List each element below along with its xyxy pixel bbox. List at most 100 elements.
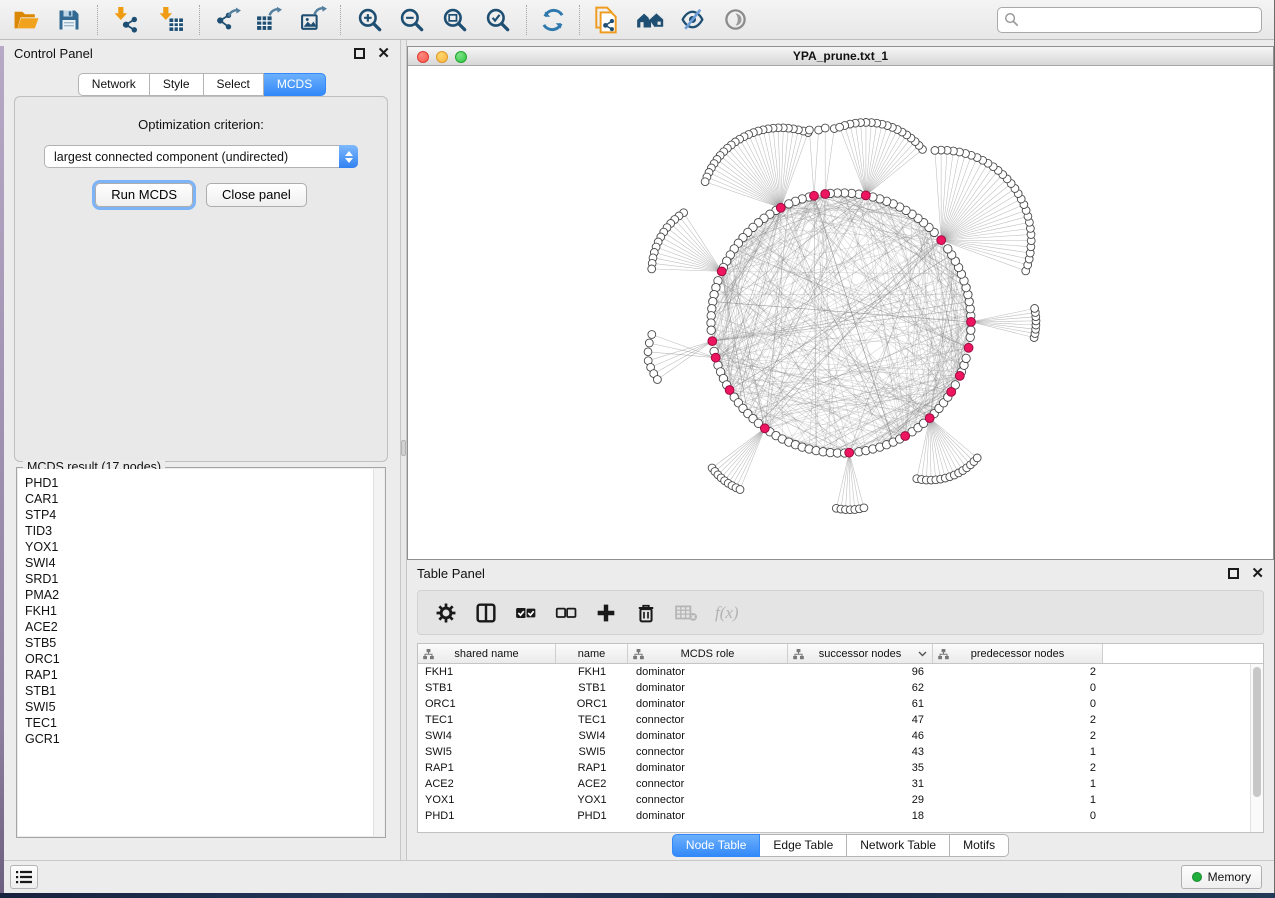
- mcds-node[interactable]: [821, 190, 830, 199]
- tab-network-table[interactable]: Network Table: [847, 834, 950, 857]
- table-row[interactable]: PHD1PHD1dominator180: [418, 808, 1263, 824]
- table-row[interactable]: RAP1RAP1dominator352: [418, 760, 1263, 776]
- criterion-dropdown[interactable]: largest connected component (undirected): [44, 145, 358, 168]
- task-history-button[interactable]: [10, 865, 38, 889]
- network-graph[interactable]: [408, 67, 1273, 559]
- column-header-MCDS-role[interactable]: MCDS role: [628, 644, 788, 663]
- result-node-item[interactable]: ACE2: [25, 619, 384, 635]
- table-row[interactable]: SWI4SWI4dominator462: [418, 728, 1263, 744]
- export-image-button[interactable]: [298, 5, 328, 35]
- save-session-button[interactable]: [54, 5, 84, 35]
- result-node-item[interactable]: SWI5: [25, 699, 384, 715]
- zoom-in-button[interactable]: [355, 5, 385, 35]
- tab-style[interactable]: Style: [150, 73, 204, 96]
- tab-node-table[interactable]: Node Table: [672, 834, 761, 857]
- result-node-item[interactable]: YOX1: [25, 539, 384, 555]
- show-selected-button[interactable]: [720, 5, 750, 35]
- mcds-node[interactable]: [861, 191, 870, 200]
- mcds-node[interactable]: [955, 372, 964, 381]
- dropdown-stepper-icon[interactable]: [339, 145, 358, 168]
- result-node-item[interactable]: CAR1: [25, 491, 384, 507]
- close-window-icon[interactable]: [417, 51, 429, 63]
- result-node-item[interactable]: STP4: [25, 507, 384, 523]
- network-canvas[interactable]: [408, 67, 1273, 559]
- table-scrollbar[interactable]: [1250, 664, 1263, 832]
- float-panel-icon[interactable]: [1228, 568, 1239, 579]
- result-node-item[interactable]: TEC1: [25, 715, 384, 731]
- close-panel-icon[interactable]: ✕: [377, 48, 390, 59]
- mcds-result-list[interactable]: PHD1CAR1STP4TID3YOX1SWI4SRD1PMA2FKH1ACE2…: [18, 469, 384, 836]
- search-input[interactable]: [1019, 13, 1255, 27]
- mcds-node[interactable]: [711, 353, 720, 362]
- export-network-button[interactable]: [213, 5, 243, 35]
- mcds-list-scrollbar[interactable]: [373, 469, 384, 836]
- import-table-button[interactable]: [155, 5, 185, 35]
- zoom-selected-button[interactable]: [483, 5, 513, 35]
- mcds-node[interactable]: [810, 191, 819, 200]
- column-header-successor-nodes[interactable]: successor nodes: [788, 644, 933, 663]
- new-network-from-selection-button[interactable]: [591, 5, 621, 35]
- run-mcds-button[interactable]: Run MCDS: [95, 183, 193, 207]
- result-node-item[interactable]: SRD1: [25, 571, 384, 587]
- result-node-item[interactable]: GCR1: [25, 731, 384, 747]
- mcds-node[interactable]: [717, 267, 726, 276]
- tab-motifs[interactable]: Motifs: [950, 834, 1009, 857]
- tab-edge-table[interactable]: Edge Table: [760, 834, 847, 857]
- result-node-item[interactable]: SWI4: [25, 555, 384, 571]
- zoom-fit-button[interactable]: [440, 5, 470, 35]
- result-node-item[interactable]: STB1: [25, 683, 384, 699]
- maximize-window-icon[interactable]: [455, 51, 467, 63]
- show-all-button[interactable]: [635, 5, 665, 35]
- result-node-item[interactable]: PHD1: [25, 475, 384, 491]
- table-settings-button[interactable]: [433, 600, 459, 626]
- zoom-out-button[interactable]: [397, 5, 427, 35]
- column-header-name[interactable]: name: [556, 644, 628, 663]
- close-panel-icon[interactable]: ✕: [1251, 568, 1264, 579]
- result-node-item[interactable]: ORC1: [25, 651, 384, 667]
- result-node-item[interactable]: TID3: [25, 523, 384, 539]
- mcds-node[interactable]: [845, 448, 854, 457]
- mcds-node[interactable]: [760, 424, 769, 433]
- mcds-node[interactable]: [947, 388, 956, 397]
- open-file-button[interactable]: [11, 5, 41, 35]
- select-all-rows-button[interactable]: [513, 600, 539, 626]
- panel-splitter[interactable]: [400, 40, 407, 860]
- float-panel-icon[interactable]: [354, 48, 365, 59]
- import-network-button[interactable]: [110, 5, 140, 35]
- mcds-node[interactable]: [964, 343, 973, 352]
- delete-column-button[interactable]: [633, 600, 659, 626]
- tab-network[interactable]: Network: [78, 73, 150, 96]
- table-row[interactable]: FKH1FKH1dominator962: [418, 664, 1263, 680]
- table-scrollbar-thumb[interactable]: [1253, 667, 1261, 797]
- table-row[interactable]: STB1STB1dominator620: [418, 680, 1263, 696]
- table-row[interactable]: SWI5SWI5connector431: [418, 744, 1263, 760]
- network-window-titlebar[interactable]: YPA_prune.txt_1: [408, 47, 1273, 66]
- minimize-window-icon[interactable]: [436, 51, 448, 63]
- toggle-column-view-button[interactable]: [473, 600, 499, 626]
- export-table-button[interactable]: [253, 5, 283, 35]
- deselect-all-rows-button[interactable]: [553, 600, 579, 626]
- result-node-item[interactable]: STB5: [25, 635, 384, 651]
- add-column-button[interactable]: [593, 600, 619, 626]
- mcds-node[interactable]: [937, 236, 946, 245]
- table-row[interactable]: ACE2ACE2connector311: [418, 776, 1263, 792]
- mcds-node[interactable]: [725, 386, 734, 395]
- splitter-grip-icon[interactable]: [401, 440, 406, 456]
- column-header-shared-name[interactable]: shared name: [418, 644, 556, 663]
- mcds-node[interactable]: [967, 318, 976, 327]
- mcds-node[interactable]: [925, 414, 934, 423]
- search-box[interactable]: [997, 7, 1262, 33]
- memory-button[interactable]: Memory: [1181, 865, 1262, 889]
- hide-selected-button[interactable]: [677, 5, 707, 35]
- table-row[interactable]: ORC1ORC1dominator610: [418, 696, 1263, 712]
- tab-select[interactable]: Select: [204, 73, 264, 96]
- close-panel-button[interactable]: Close panel: [206, 183, 307, 207]
- result-node-item[interactable]: FKH1: [25, 603, 384, 619]
- result-node-item[interactable]: PMA2: [25, 587, 384, 603]
- tab-mcds[interactable]: MCDS: [264, 73, 326, 96]
- table-row[interactable]: TEC1TEC1connector472: [418, 712, 1263, 728]
- column-header-predecessor-nodes[interactable]: predecessor nodes: [933, 644, 1103, 663]
- refresh-layout-button[interactable]: [538, 5, 568, 35]
- mcds-node[interactable]: [901, 432, 910, 441]
- mcds-node[interactable]: [776, 203, 785, 212]
